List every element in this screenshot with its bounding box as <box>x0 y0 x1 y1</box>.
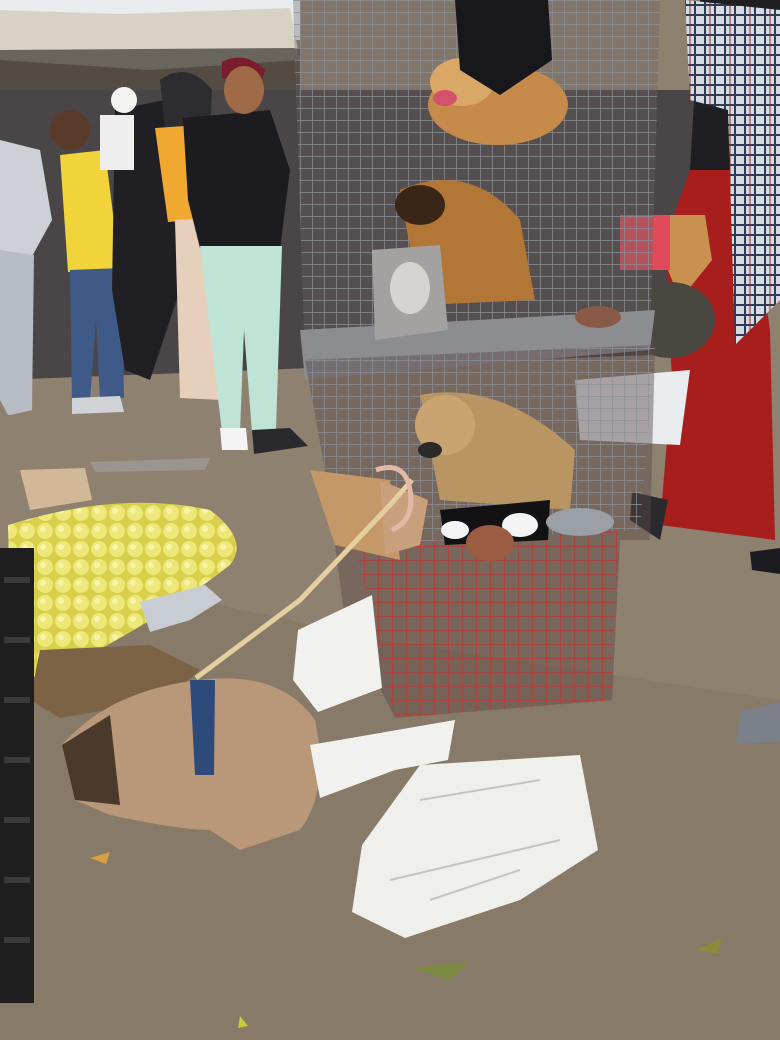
puppy-middle-husky <box>372 245 448 340</box>
metal-bowl <box>546 508 614 536</box>
black-crate <box>0 548 34 1003</box>
man-black-shirt <box>183 110 290 250</box>
sneaker-yellow-shirt <box>72 396 124 414</box>
market-scene <box>0 0 780 1040</box>
person-left-edge-jeans <box>0 250 34 415</box>
water-bowl-upper <box>575 306 621 328</box>
scene-illustration <box>0 0 780 1040</box>
food-bowl-lower <box>466 525 514 561</box>
sneaker-left <box>220 428 248 450</box>
head-yellow-shirt <box>50 110 90 150</box>
head-black-shirt <box>224 66 264 114</box>
shoe-black-right-edge <box>750 548 780 574</box>
head-white-cap <box>111 87 137 113</box>
person-white-shirt <box>100 115 134 170</box>
